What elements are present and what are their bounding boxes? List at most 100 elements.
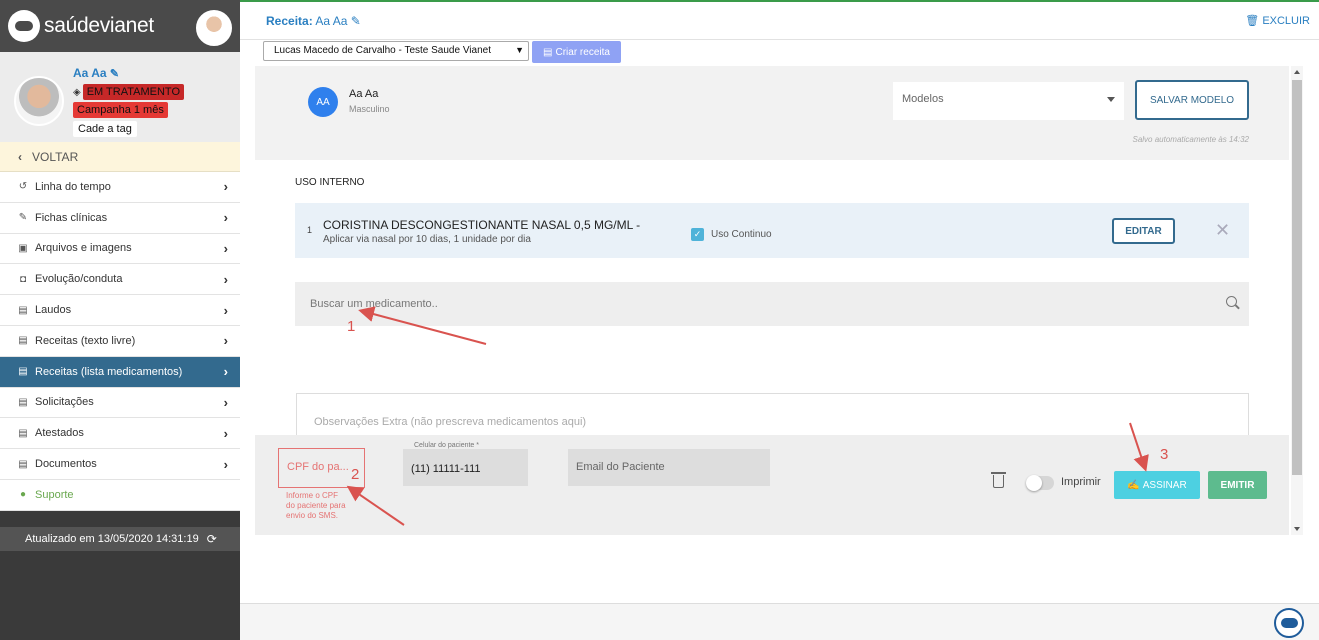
sidebar-item-laudos[interactable]: ▤ Laudos › xyxy=(0,295,240,326)
sidebar-item-label: Receitas (lista medicamentos) xyxy=(35,365,183,378)
tag-row: ◈ EM TRATAMENTO xyxy=(73,84,185,100)
remove-medication-icon[interactable]: ✕ xyxy=(1215,220,1230,241)
patient-band: AA Aa Aa Masculino Modelos SALVAR MODELO… xyxy=(255,66,1289,160)
panel-scrollbar[interactable] xyxy=(1291,66,1303,535)
scrollbar-thumb[interactable] xyxy=(1292,80,1302,475)
chevron-right-icon: › xyxy=(223,210,228,226)
support-chat-icon[interactable] xyxy=(1274,608,1304,638)
briefcase-icon: ◘ xyxy=(19,273,27,285)
email-field[interactable]: Email do Paciente xyxy=(568,449,770,486)
doctor-select[interactable]: Lucas Macedo de Carvalho - Teste Saude V… xyxy=(263,41,529,61)
sidebar-item-label: Receitas (texto livre) xyxy=(35,334,136,347)
cpf-help-text: Informe o CPF do paciente para envio do … xyxy=(286,491,346,520)
chevron-right-icon: › xyxy=(223,425,228,441)
edit-icon: ✎ xyxy=(18,212,28,224)
sidebar-item-suporte[interactable]: ● Suporte xyxy=(0,480,240,511)
scroll-up-icon[interactable] xyxy=(1294,70,1300,74)
trash-icon: 🗑 xyxy=(1245,15,1260,27)
chevron-right-icon: › xyxy=(223,333,228,349)
back-label: VOLTAR xyxy=(32,149,79,164)
caret-down-icon xyxy=(1107,97,1115,102)
add-tag-button[interactable]: Cade a tag xyxy=(73,121,137,137)
scroll-down-icon[interactable] xyxy=(1294,527,1300,531)
brand-name: saúdevianet xyxy=(44,14,154,37)
chevron-right-icon: › xyxy=(223,394,228,410)
extra-observations-placeholder: Observações Extra (não prescreva medicam… xyxy=(314,416,587,428)
pencil-icon: ✎ xyxy=(109,68,120,80)
sidebar-item-atestados[interactable]: ▤ Atestados › xyxy=(0,418,240,450)
title-prefix: Receita: xyxy=(266,14,313,28)
cpf-placeholder: CPF do pa... xyxy=(287,461,349,473)
sidebar-item-receitas-texto[interactable]: ▤ Receitas (texto livre) › xyxy=(0,326,240,357)
sidebar-menu: ↺ Linha do tempo › ✎ Fichas clínicas › ▣ Arqu… xyxy=(0,172,240,511)
sidebar-item-label: Solicitações xyxy=(35,396,94,409)
delete-label: EXCLUIR xyxy=(1262,15,1310,27)
doctor-select-value: Lucas Macedo de Carvalho - Teste Saude V… xyxy=(274,45,491,56)
page-header: Receita: Aa Aa ✎ 🗑 EXCLUIR xyxy=(240,2,1319,40)
back-button[interactable]: ‹ VOLTAR xyxy=(0,142,240,172)
phone-value: (11) 11111-111 xyxy=(411,463,481,475)
tags-icon: ◈ xyxy=(73,86,81,98)
refresh-icon[interactable]: ⟳ xyxy=(207,532,217,546)
print-label: Imprimir xyxy=(1061,476,1101,488)
delete-button[interactable]: 🗑 EXCLUIR xyxy=(1245,14,1310,27)
medication-row: 1 CORISTINA DESCONGESTIONANTE NASAL 0,5 … xyxy=(295,203,1249,258)
section-label: USO INTERNO xyxy=(295,177,365,188)
autosave-status: Salvo automaticamente às 14:32 xyxy=(1132,135,1249,144)
file-image-icon: ▣ xyxy=(18,242,28,254)
campaign-badge[interactable]: Campanha 1 mês xyxy=(73,102,168,118)
status-badge[interactable]: EM TRATAMENTO xyxy=(82,84,185,100)
patient-initials-avatar: AA xyxy=(308,87,338,117)
sidebar-item-receitas-lista[interactable]: ▤ Receitas (lista medicamentos) › xyxy=(0,356,240,388)
signature-icon: ✍ xyxy=(1127,479,1140,491)
print-toggle[interactable] xyxy=(1026,475,1054,491)
chevron-left-icon: ‹ xyxy=(18,149,22,164)
create-label: Criar receita xyxy=(555,46,610,58)
phone-field[interactable]: (11) 11111-111 xyxy=(403,449,528,486)
sidebar-item-documentos[interactable]: ▤ Documentos › xyxy=(0,449,240,480)
patient-avatar xyxy=(14,76,64,126)
sidebar-item-label: Fichas clínicas xyxy=(35,211,108,224)
brand-bar: saúdevianet xyxy=(0,0,240,52)
trash-icon[interactable] xyxy=(991,472,1006,488)
pencil-icon[interactable]: ✎ xyxy=(351,14,361,28)
last-updated-text: Atualizado em 13/05/2020 14:31:19 xyxy=(25,533,199,545)
sidebar-item-fichas-clinicas[interactable]: ✎ Fichas clínicas › xyxy=(0,203,240,234)
prescription-panel: AA Aa Aa Masculino Modelos SALVAR MODELO… xyxy=(255,66,1289,535)
sidebar-item-label: Evolução/conduta xyxy=(35,273,123,286)
patient-name: Aa Aa xyxy=(73,66,107,80)
document-icon: ▤ xyxy=(18,366,28,378)
sidebar-item-solicitacoes[interactable]: ▤ Solicitações › xyxy=(0,388,240,419)
continuous-use-checkbox[interactable]: ✓ xyxy=(691,228,704,241)
annotation-label-2: 2 xyxy=(351,466,360,483)
sidebar-item-label: Documentos xyxy=(35,458,97,471)
sidebar-item-label: Suporte xyxy=(35,488,74,501)
chevron-right-icon: › xyxy=(223,302,228,318)
create-prescription-button[interactable]: ▤ Criar receita xyxy=(532,41,621,63)
chevron-right-icon: › xyxy=(223,179,228,195)
sidebar: saúdevianet Aa Aa ✎ ◈ EM TRATAMENTO Camp… xyxy=(0,0,240,640)
document-icon: ▤ xyxy=(18,396,28,408)
sidebar-item-linha-do-tempo[interactable]: ↺ Linha do tempo › xyxy=(0,172,240,203)
annotation-label-1: 1 xyxy=(347,318,356,335)
sidebar-item-arquivos[interactable]: ▣ Arquivos e imagens › xyxy=(0,234,240,265)
patient-name-link[interactable]: Aa Aa ✎ xyxy=(73,66,119,80)
sign-button[interactable]: ✍ ASSINAR xyxy=(1114,471,1200,499)
search-icon[interactable] xyxy=(1226,296,1237,307)
medication-search-input[interactable] xyxy=(295,282,1249,326)
save-model-button[interactable]: SALVAR MODELO xyxy=(1135,80,1249,120)
doctor-avatar[interactable] xyxy=(196,10,232,46)
models-placeholder: Modelos xyxy=(902,93,944,105)
page-title: Receita: Aa Aa ✎ xyxy=(266,14,361,28)
medication-dosage: Aplicar via nasal por 10 dias, 1 unidade… xyxy=(323,234,531,245)
continuous-use-label: Uso Continuo xyxy=(711,229,772,240)
sidebar-item-label: Atestados xyxy=(35,427,84,440)
sidebar-item-evolucao[interactable]: ◘ Evolução/conduta › xyxy=(0,264,240,296)
medication-search xyxy=(295,282,1249,326)
phone-label: Celular do paciente * xyxy=(410,442,483,449)
edit-medication-button[interactable]: EDITAR xyxy=(1112,218,1175,244)
last-updated: Atualizado em 13/05/2020 14:31:19 ⟳ xyxy=(0,527,240,551)
models-select[interactable]: Modelos xyxy=(893,82,1124,120)
emit-button[interactable]: EMITIR xyxy=(1208,471,1267,499)
document-icon: ▤ xyxy=(18,427,28,439)
